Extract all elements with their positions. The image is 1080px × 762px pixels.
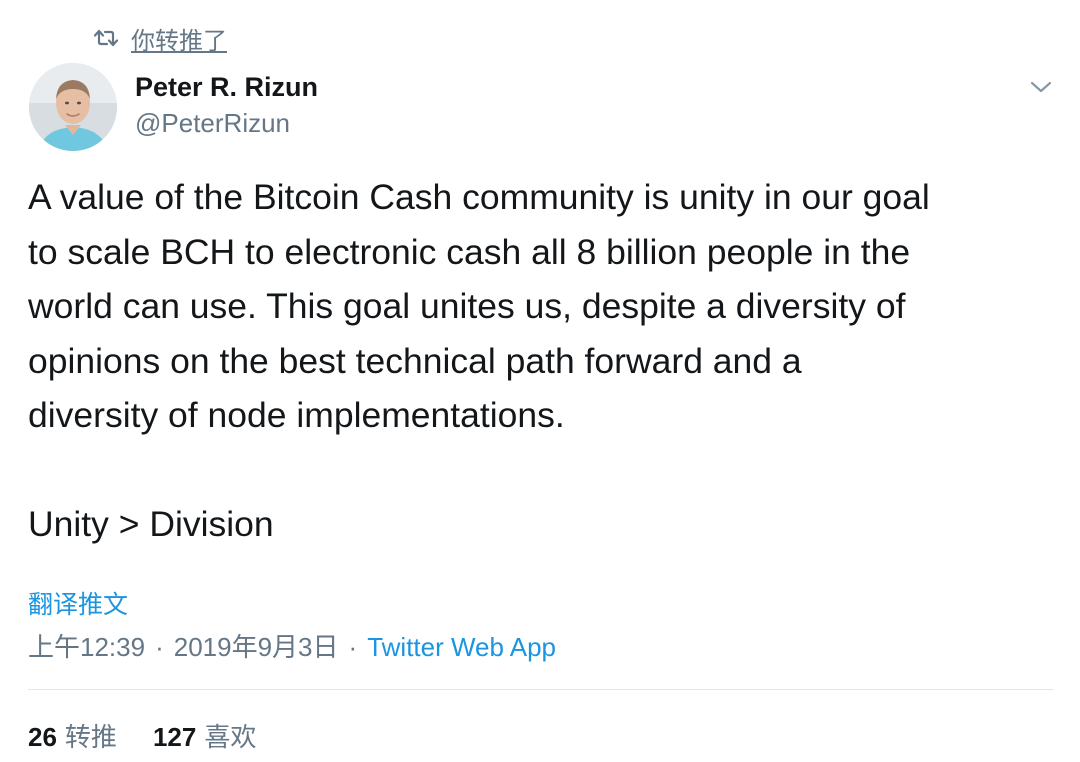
tweet-time[interactable]: 上午12:39: [28, 627, 145, 664]
meta-separator: ·: [348, 632, 358, 662]
chevron-down-icon[interactable]: [1026, 72, 1056, 102]
avatar[interactable]: [29, 63, 117, 151]
author-name[interactable]: Peter R. Rizun: [135, 72, 318, 103]
likes-count: 127: [152, 722, 197, 752]
retweet-indicator: 你转推了: [93, 21, 227, 56]
meta-separator: ·: [155, 632, 164, 662]
divider: [28, 689, 1054, 690]
retweets-label: 转推: [64, 722, 117, 752]
tweet-meta: 上午12:39 · 2019年9月3日 · Twitter Web App: [28, 627, 556, 664]
tweet-stats: 26 转推 127 喜欢: [28, 717, 256, 754]
tweet-source-link[interactable]: Twitter Web App: [367, 632, 556, 663]
author-handle[interactable]: @PeterRizun: [135, 108, 290, 139]
tweet-text: A value of the Bitcoin Cash community is…: [28, 177, 930, 544]
likes-stat[interactable]: 127 喜欢: [153, 717, 256, 754]
retweets-count: 26: [28, 722, 57, 752]
retweet-icon: [93, 28, 119, 48]
tweet-date[interactable]: 2019年9月3日: [174, 627, 339, 664]
retweet-indicator-label[interactable]: 你转推了: [131, 21, 227, 56]
likes-label: 喜欢: [204, 722, 257, 752]
retweets-stat[interactable]: 26 转推: [28, 717, 117, 754]
translate-tweet-link[interactable]: 翻译推文: [28, 585, 128, 621]
